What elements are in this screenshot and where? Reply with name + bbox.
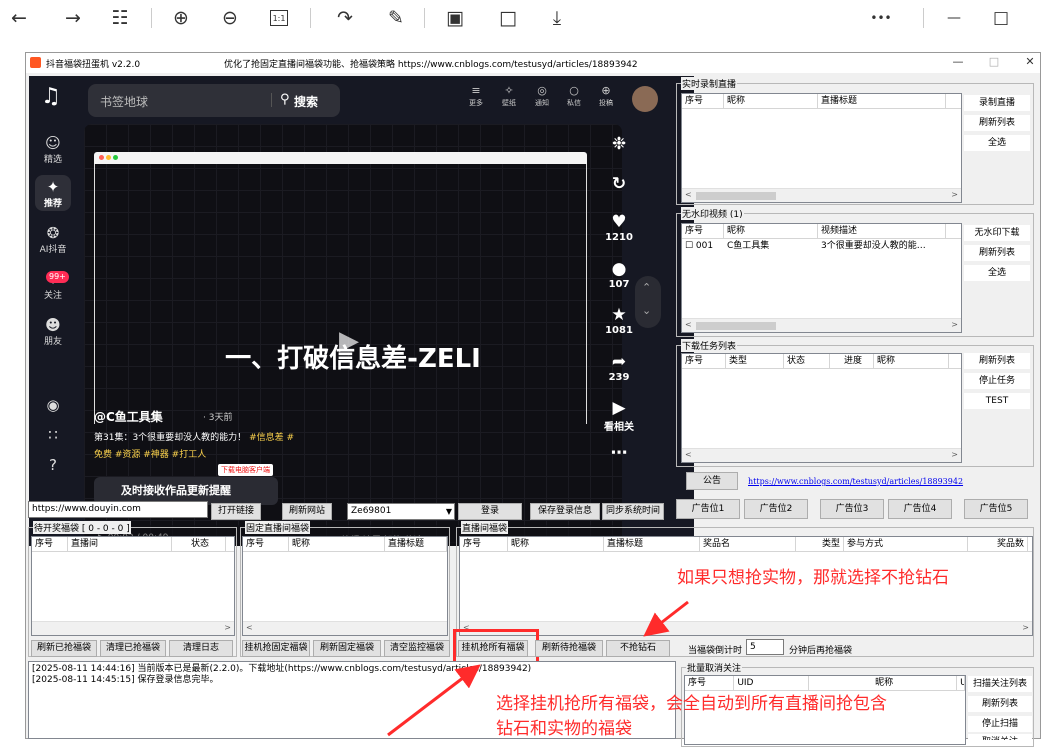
arrow-to-no-diamond	[643, 600, 689, 637]
arrow-to-hang-all	[387, 664, 481, 737]
annotation-arrows	[387, 600, 689, 737]
